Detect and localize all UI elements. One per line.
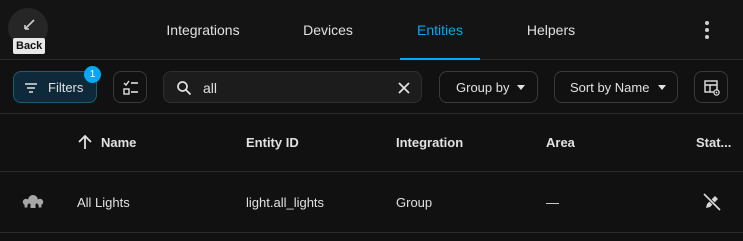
tab-helpers-label: Helpers [526, 22, 576, 38]
table-cog-icon [704, 80, 720, 96]
filters-count-badge: 1 [84, 66, 101, 83]
sort-label: Sort by Name [570, 80, 650, 95]
filter-icon [25, 83, 37, 93]
search-icon [177, 81, 192, 96]
search-input[interactable] [203, 78, 383, 98]
search-field[interactable] [163, 71, 422, 103]
tab-integrations-label: Integrations [166, 22, 240, 38]
group-by-label: Group by [456, 80, 510, 95]
sort-dropdown[interactable]: Sort by Name [554, 71, 678, 103]
chevron-down-icon [517, 85, 525, 90]
column-header-entity-id[interactable]: Entity ID [246, 135, 299, 150]
group-by-dropdown[interactable]: Group by [439, 71, 538, 103]
table-header: Name Entity ID Integration Area Stat... [0, 114, 743, 172]
row-entity-id: light.all_lights [246, 195, 325, 210]
dots-vertical-icon[interactable] [695, 18, 719, 42]
tab-entities-label: Entities [417, 22, 463, 38]
filters-label: Filters [48, 80, 84, 95]
lightbulb-group-icon [22, 195, 44, 208]
tab-devices[interactable]: Devices [286, 0, 370, 60]
column-header-area[interactable]: Area [546, 135, 575, 150]
sort-ascending-arrow-icon[interactable] [77, 134, 93, 150]
checklist-icon [123, 80, 138, 95]
column-header-name[interactable]: Name [101, 135, 136, 150]
row-name: All Lights [77, 195, 130, 210]
tab-entities[interactable]: Entities [384, 0, 496, 60]
selection-mode-button[interactable] [113, 71, 147, 103]
table-row[interactable]: All Lights light.all_lights Group — [0, 173, 743, 233]
column-header-status[interactable]: Stat... [696, 135, 731, 150]
column-settings-button[interactable] [694, 71, 728, 103]
column-header-integration[interactable]: Integration [396, 135, 463, 150]
tab-integrations[interactable]: Integrations [152, 0, 254, 60]
row-area: — [546, 195, 559, 210]
row-integration: Group [396, 195, 433, 210]
back-tooltip: Back [13, 38, 46, 54]
pencil-off-icon [702, 192, 722, 212]
back-button[interactable]: Back [8, 8, 48, 54]
chevron-down-icon [658, 85, 666, 90]
tab-helpers[interactable]: Helpers [510, 0, 592, 60]
clear-search-icon[interactable] [397, 81, 411, 95]
filter-toolbar: Filters 1 Group by Sort by Name [0, 60, 743, 114]
tab-devices-label: Devices [303, 22, 353, 38]
top-app-bar: Back Integrations Devices Entities Helpe… [0, 0, 743, 60]
back-arrow-icon [24, 19, 35, 30]
